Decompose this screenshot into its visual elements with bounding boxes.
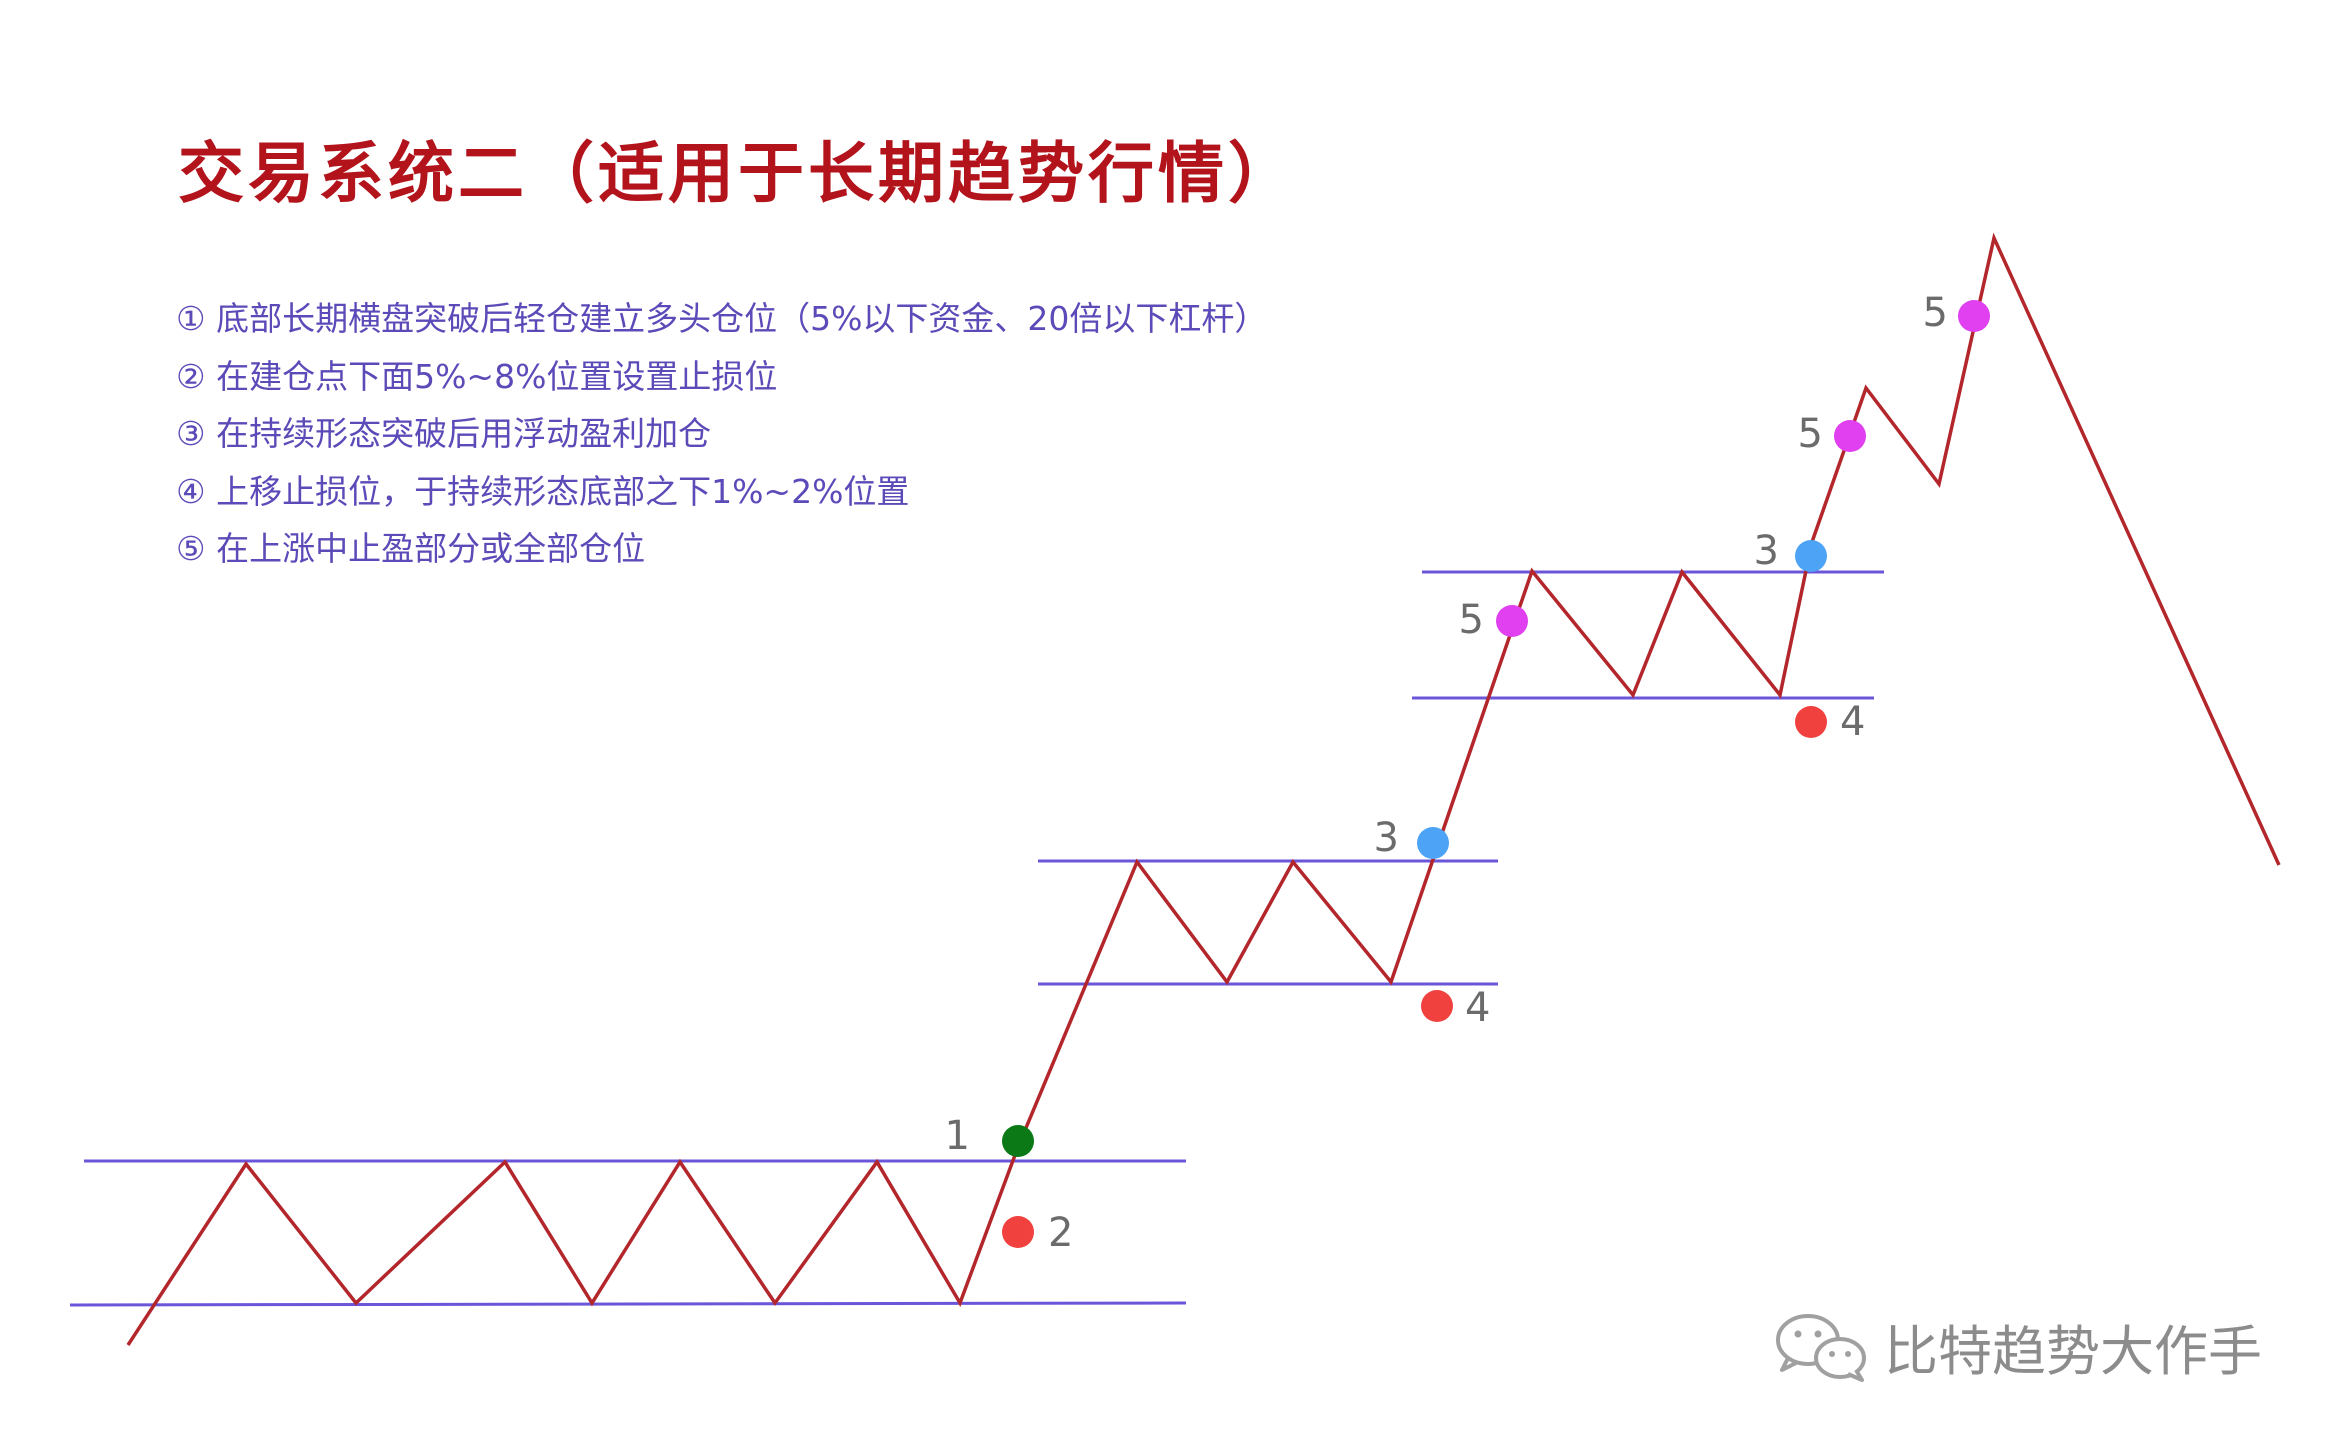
- point-label: 5: [1798, 411, 1823, 457]
- signal-points: 1 2 3 4 3 4 5 5 5: [945, 290, 1990, 1256]
- point-label: 5: [1923, 290, 1948, 336]
- point-add-position-marker: [1795, 540, 1827, 572]
- point-stop-loss-marker: [1002, 1216, 1034, 1248]
- point-label: 3: [1374, 815, 1399, 861]
- point-add-position-marker: [1417, 827, 1449, 859]
- point-label: 4: [1840, 699, 1865, 745]
- wechat-icon: [1776, 1314, 1866, 1382]
- base-range-bottom-line: [69, 1301, 1187, 1307]
- trend-diagram: 1 2 3 4 3 4 5 5 5: [69, 232, 2281, 1346]
- point-label: 2: [1048, 1210, 1073, 1256]
- point-label: 3: [1754, 528, 1779, 574]
- point-raise-stop-loss-marker: [1795, 706, 1827, 738]
- watermark-text: 比特趋势大作手: [1884, 1319, 2262, 1383]
- price-line: [126, 232, 2281, 1346]
- channel-lines: [69, 570, 1884, 1307]
- point-take-profit-marker: [1496, 605, 1528, 637]
- point-take-profit-marker: [1958, 300, 1990, 332]
- point-raise-stop-loss-marker: [1421, 990, 1453, 1022]
- point-label: 4: [1465, 985, 1490, 1031]
- point-take-profit-marker: [1834, 420, 1866, 452]
- point-label: 1: [945, 1113, 970, 1159]
- watermark: 比特趋势大作手: [1770, 1306, 2262, 1386]
- point-entry-marker: [1002, 1125, 1034, 1157]
- point-label: 5: [1459, 597, 1484, 643]
